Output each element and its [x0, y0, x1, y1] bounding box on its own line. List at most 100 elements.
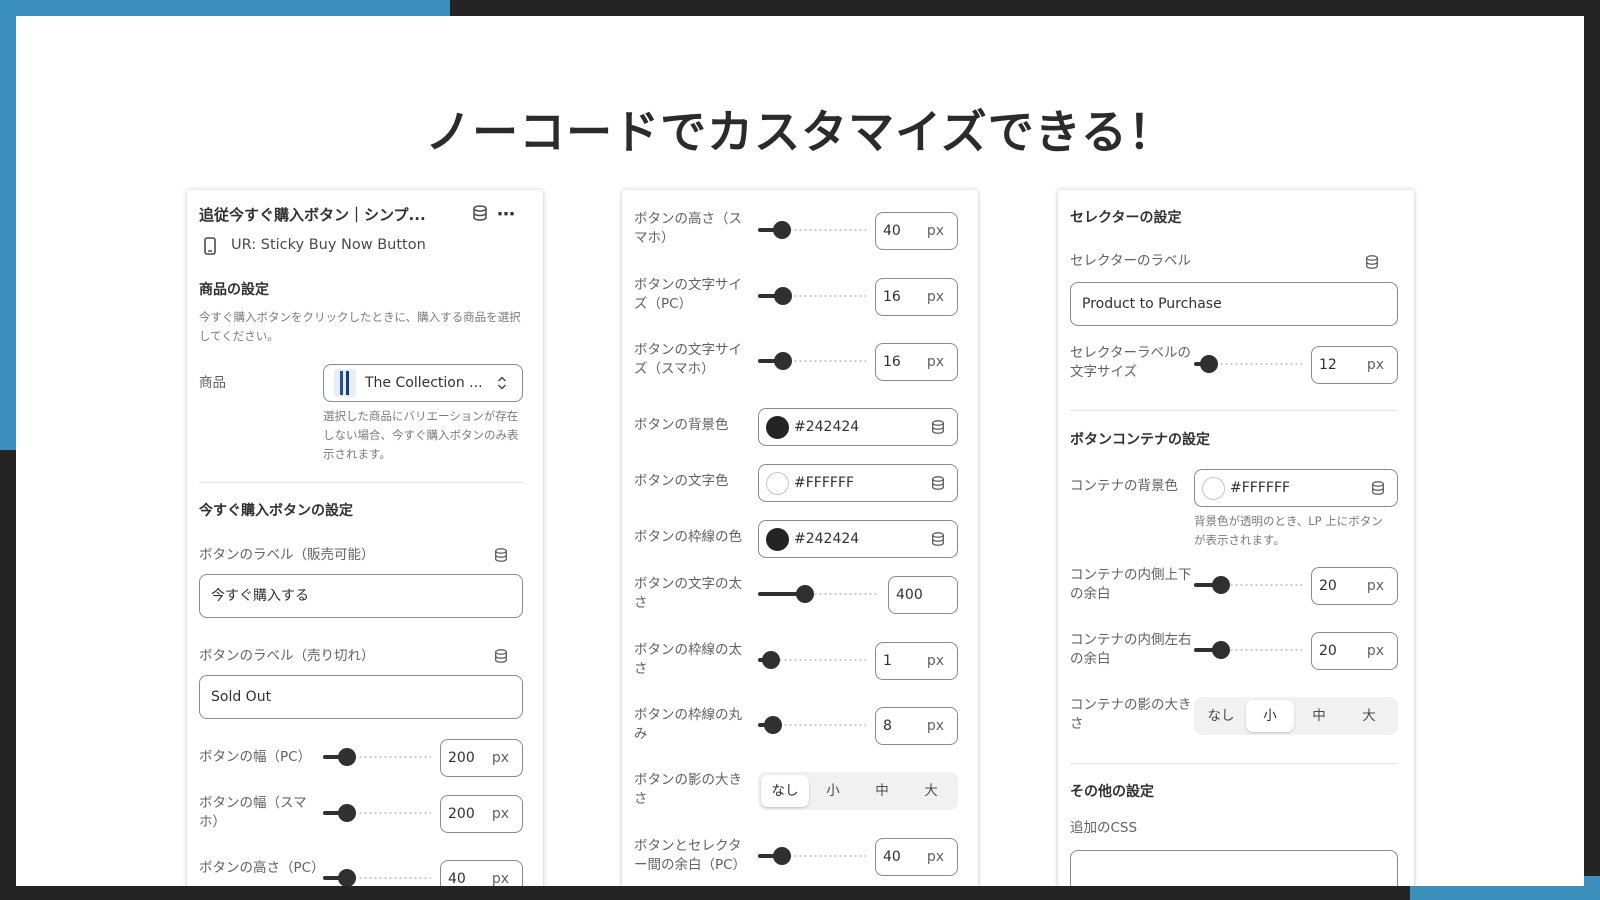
- slider-thumb[interactable]: [338, 869, 356, 886]
- shadow-label: ボタンの影の大きさ: [634, 772, 742, 807]
- font-pc-input[interactable]: 16 px: [875, 278, 958, 316]
- database-icon[interactable]: [493, 648, 509, 668]
- pad-v-input[interactable]: 20 px: [1311, 567, 1398, 605]
- selector-font-input[interactable]: 12 px: [1311, 346, 1398, 384]
- slider-thumb[interactable]: [773, 221, 791, 239]
- height-pc-input[interactable]: 40 px: [440, 860, 523, 886]
- radius-input[interactable]: 8 px: [875, 707, 958, 745]
- radius-label: ボタンの枠線の丸み: [634, 707, 742, 742]
- container-bg-label: コンテナの背景色: [1070, 478, 1178, 494]
- selector-font-label: セレクターラベルの文字サイズ: [1070, 345, 1191, 380]
- slider-thumb[interactable]: [773, 847, 791, 865]
- slider-thumb[interactable]: [1200, 355, 1218, 373]
- section-other-title: その他の設定: [1070, 784, 1154, 800]
- color-swatch[interactable]: [766, 472, 789, 495]
- shadow-option-medium[interactable]: 中: [1295, 700, 1343, 732]
- divider: [1070, 410, 1398, 411]
- label-soldout-label: ボタンのラベル（売り切れ）: [199, 648, 375, 664]
- settings-panel-left: 追従今すぐ購入ボタン｜シンプ... ⋯ UR: Sticky Buy Now B…: [187, 190, 543, 886]
- text-color-input[interactable]: #FFFFFF: [758, 464, 958, 502]
- label-available-label: ボタンのラベル（販売可能）: [199, 547, 375, 563]
- block-title: 追従今すぐ購入ボタン｜シンプ...: [199, 206, 426, 224]
- weight-slider[interactable]: [758, 584, 878, 604]
- shadow-option-none[interactable]: なし: [1197, 700, 1245, 732]
- database-icon[interactable]: [1370, 480, 1386, 500]
- shadow-option-small[interactable]: 小: [809, 775, 857, 807]
- font-sp-label: ボタンの文字サイズ（スマホ）: [634, 342, 742, 377]
- selector-font-slider[interactable]: [1194, 354, 1302, 374]
- width-pc-label: ボタンの幅（PC）: [199, 749, 312, 765]
- pad-v-label: コンテナの内側上下の余白: [1070, 567, 1192, 602]
- bg-color-input[interactable]: #242424: [758, 408, 958, 446]
- color-swatch[interactable]: [766, 416, 789, 439]
- shadow-segmented-control[interactable]: なし 小 中 大: [758, 772, 958, 810]
- slider-thumb[interactable]: [764, 716, 782, 734]
- width-sp-slider[interactable]: [323, 803, 431, 823]
- settings-panel-right: セレクターの設定 セレクターのラベル Product to Purchase セ…: [1058, 190, 1414, 886]
- container-shadow-segmented-control[interactable]: なし 小 中 大: [1194, 697, 1398, 735]
- database-icon[interactable]: [493, 547, 509, 567]
- database-icon[interactable]: [1364, 254, 1380, 274]
- shadow-option-none[interactable]: なし: [761, 775, 809, 807]
- database-icon[interactable]: [471, 204, 489, 226]
- slider-thumb[interactable]: [796, 585, 814, 603]
- border-width-input[interactable]: 1 px: [875, 642, 958, 680]
- pad-h-slider[interactable]: [1194, 640, 1302, 660]
- font-sp-slider[interactable]: [758, 351, 866, 371]
- more-icon[interactable]: ⋯: [497, 204, 516, 225]
- pad-v-slider[interactable]: [1194, 575, 1302, 595]
- product-select[interactable]: The Collection ...: [323, 364, 523, 402]
- slider-thumb[interactable]: [774, 352, 792, 370]
- border-width-slider[interactable]: [758, 650, 866, 670]
- width-sp-input[interactable]: 200 px: [440, 795, 523, 833]
- slider-thumb[interactable]: [338, 748, 356, 766]
- chevron-updown-icon: [496, 374, 508, 396]
- gap-input[interactable]: 40 px: [875, 838, 958, 876]
- border-color-input[interactable]: #242424: [758, 520, 958, 558]
- css-label: 追加のCSS: [1070, 820, 1138, 836]
- divider: [1070, 763, 1398, 764]
- color-swatch[interactable]: [766, 528, 789, 551]
- database-icon[interactable]: [930, 475, 946, 495]
- width-pc-input[interactable]: 200 px: [440, 739, 523, 777]
- shadow-option-large[interactable]: 大: [907, 775, 955, 807]
- label-available-input[interactable]: 今すぐ購入する: [199, 574, 523, 618]
- css-textarea[interactable]: [1070, 850, 1398, 886]
- container-bg-help: 背景色が透明のとき、LP 上にボタンが表示されます。: [1194, 514, 1383, 547]
- shadow-option-large[interactable]: 大: [1345, 700, 1393, 732]
- product-thumbnail: [334, 369, 356, 397]
- font-pc-label: ボタンの文字サイズ（PC）: [634, 277, 742, 312]
- database-icon[interactable]: [930, 531, 946, 551]
- width-pc-slider[interactable]: [323, 747, 431, 767]
- height-pc-slider[interactable]: [323, 868, 431, 886]
- pad-h-input[interactable]: 20 px: [1311, 632, 1398, 670]
- section-button-title: 今すぐ購入ボタンの設定: [199, 503, 353, 519]
- product-note: 選択した商品にバリエーションが存在しない場合、今すぐ購入ボタンのみ表示されます。: [323, 409, 519, 461]
- container-bg-input[interactable]: #FFFFFF: [1194, 469, 1398, 507]
- height-sp-input[interactable]: 40 px: [875, 212, 958, 250]
- selector-label-input[interactable]: Product to Purchase: [1070, 282, 1398, 326]
- color-swatch[interactable]: [1202, 477, 1225, 500]
- font-pc-slider[interactable]: [758, 286, 866, 306]
- weight-label: ボタンの文字の太さ: [634, 576, 742, 611]
- section-product-title: 商品の設定: [199, 282, 269, 298]
- radius-slider[interactable]: [758, 715, 866, 735]
- slider-thumb[interactable]: [762, 651, 780, 669]
- label-soldout-input[interactable]: Sold Out: [199, 675, 523, 719]
- slider-thumb[interactable]: [338, 804, 356, 822]
- bg-color-label: ボタンの背景色: [634, 417, 729, 433]
- app-label: UR: Sticky Buy Now Button: [231, 237, 426, 253]
- gap-slider[interactable]: [758, 846, 866, 866]
- product-help-text: 今すぐ購入ボタンをクリックしたときに、購入する商品を選択してください。: [199, 310, 521, 343]
- database-icon[interactable]: [930, 419, 946, 439]
- shadow-option-medium[interactable]: 中: [858, 775, 906, 807]
- slider-thumb[interactable]: [774, 287, 792, 305]
- border-width-label: ボタンの枠線の太さ: [634, 642, 742, 677]
- height-sp-slider[interactable]: [758, 220, 866, 240]
- font-sp-input[interactable]: 16 px: [875, 343, 958, 381]
- border-color-label: ボタンの枠線の色: [634, 529, 742, 545]
- slider-thumb[interactable]: [1212, 576, 1230, 594]
- slider-thumb[interactable]: [1212, 641, 1230, 659]
- shadow-option-small[interactable]: 小: [1246, 700, 1294, 732]
- weight-input[interactable]: 400: [888, 576, 958, 614]
